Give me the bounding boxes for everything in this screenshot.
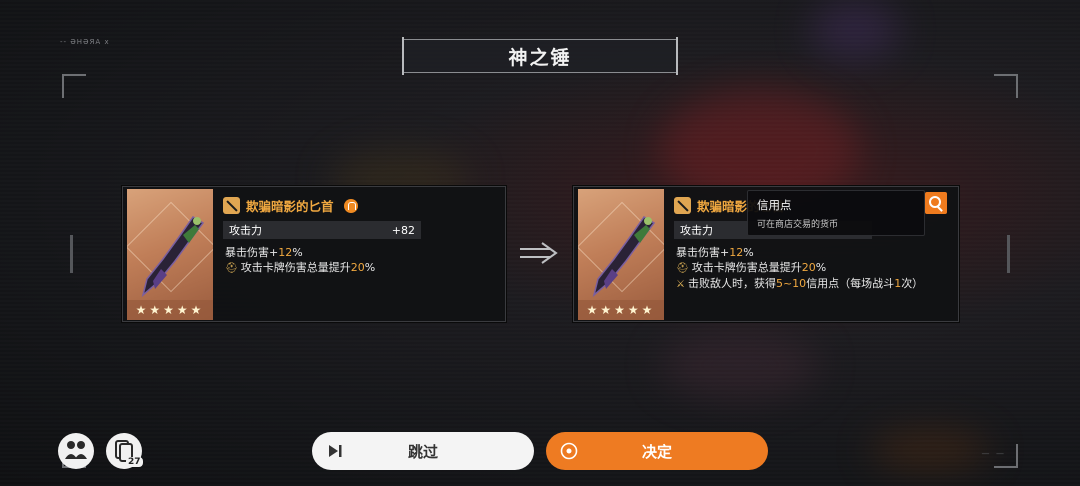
dagger-icon — [141, 215, 205, 298]
effect-unit: % — [292, 246, 303, 259]
star-rating: ★★★★★ — [578, 300, 664, 320]
page-title: 神之锤 — [402, 37, 678, 75]
tooltip-description: 可在商店交易的货币 — [757, 220, 839, 230]
effect-text: 暴击伤害+ — [225, 246, 279, 259]
effect-credit-gain: ⚔ 击败敌人时，获得5~10信用点（每场战斗1次） — [676, 276, 923, 292]
effect-unit: % — [364, 261, 376, 274]
weapon-effects: 暴击伤害+12% ⛑ 攻击卡牌伤害总量提升20% — [225, 245, 375, 276]
confirm-label: 决定 — [641, 442, 672, 461]
team-button[interactable] — [58, 433, 94, 469]
star-rating: ★★★★★ — [127, 300, 213, 320]
effect-text: 次） — [901, 277, 924, 290]
effect-crit-damage: 暴击伤害+12% — [225, 245, 375, 260]
effect-unit: % — [815, 261, 827, 274]
weapon-card-current: ★★★★★ 欺骗暗影的匕首 攻击力 +82 暴击伤害+12% ⛑ 攻击卡牌伤害总量… — [122, 186, 506, 322]
team-icon — [65, 441, 87, 459]
weapon-name-row: 欺骗暗影的匕首 — [223, 196, 358, 215]
frame-corner-top-left — [62, 74, 86, 98]
sword-type-icon — [674, 197, 691, 214]
header-strip: -- ƏHƏЯA x — [60, 38, 110, 46]
tooltip-title: 信用点 — [757, 198, 792, 212]
weapon-portrait: ★★★★★ — [127, 189, 213, 320]
skip-button[interactable]: 跳过 — [312, 432, 534, 470]
effect-card-damage: ⛑ 攻击卡牌伤害总量提升20% — [225, 260, 375, 276]
effect-value: 12 — [729, 246, 744, 259]
stat-value: +82 — [391, 223, 415, 237]
effect-text: 暴击伤害+ — [676, 246, 730, 259]
helmet-icon: ⛑ — [676, 263, 689, 274]
effect-crit-damage: 暴击伤害+12% — [676, 245, 923, 260]
attack-stat-row: 攻击力 +82 — [223, 221, 421, 239]
effect-text: 攻击卡牌伤害总量提升 — [691, 261, 802, 274]
corner-ticks: — — — [981, 449, 1006, 458]
effect-value: 20 — [801, 261, 816, 274]
effect-text: 信用点（每场战斗 — [806, 277, 895, 290]
skip-icon — [329, 445, 342, 457]
effect-value: 20 — [350, 261, 365, 274]
weapon-effects: 暴击伤害+12% ⛑ 攻击卡牌伤害总量提升20% ⚔ 击败敌人时，获得5~10信用点… — [676, 245, 923, 292]
confirm-button[interactable]: 决定 — [546, 432, 768, 470]
effect-text: 击败敌人时，获得 — [687, 277, 776, 290]
skip-label: 跳过 — [407, 442, 438, 461]
frame-side-tick-left — [70, 235, 73, 273]
knife-icon: ⚔ — [676, 279, 685, 290]
credit-tooltip: 信用点 可在商店交易的货币 — [747, 190, 925, 236]
deck-count-badge: 27 — [126, 457, 143, 467]
frame-corner-top-right — [994, 74, 1018, 98]
confirm-circle-icon — [560, 442, 578, 460]
sword-type-icon — [223, 197, 240, 214]
effect-unit: % — [743, 246, 754, 259]
effect-card-damage: ⛑ 攻击卡牌伤害总量提升20% — [676, 260, 923, 276]
rank-badge-icon — [343, 198, 358, 213]
stat-label: 攻击力 — [229, 224, 262, 237]
search-button[interactable] — [925, 192, 947, 214]
effect-value: 5~10 — [775, 277, 807, 290]
dagger-icon — [592, 215, 656, 298]
helmet-icon: ⛑ — [225, 263, 238, 274]
weapon-portrait: ★★★★★ — [578, 189, 664, 320]
frame-side-tick-right — [1007, 235, 1010, 273]
double-arrow-right-icon — [520, 242, 558, 264]
effect-text: 攻击卡牌伤害总量提升 — [240, 261, 351, 274]
effect-value: 12 — [278, 246, 293, 259]
weapon-name: 欺骗暗影的匕首 — [246, 199, 334, 214]
stat-label: 攻击力 — [680, 224, 713, 237]
